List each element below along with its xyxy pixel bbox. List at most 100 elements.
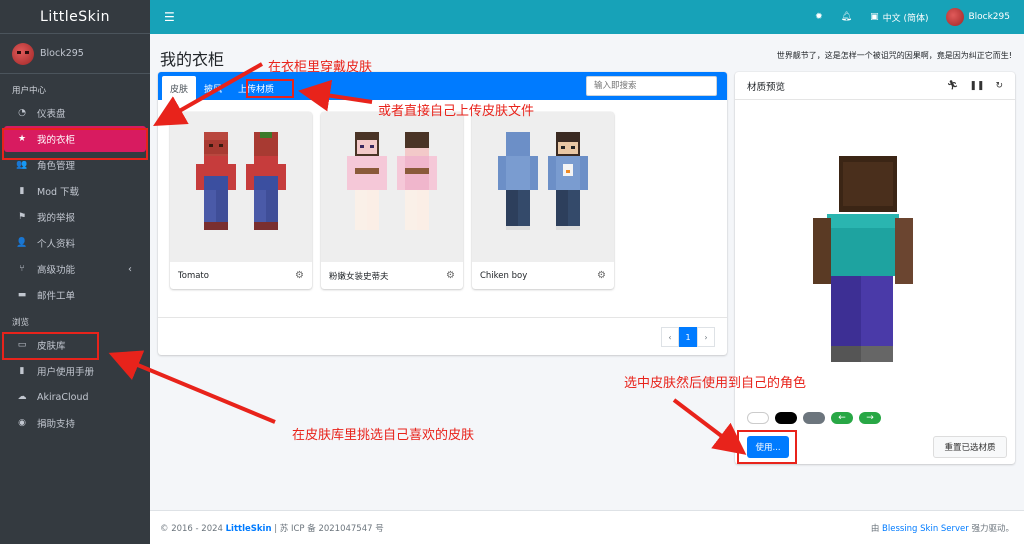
- swatch-gray[interactable]: [803, 412, 825, 424]
- copyright-years: © 2016 - 2024: [160, 523, 223, 534]
- sidebar-item-label: 我的举报: [37, 213, 76, 224]
- copyright: © 2016 - 2024 LittleSkin | 苏 ICP 备 20210…: [160, 522, 384, 534]
- footer-site-link[interactable]: LittleSkin: [226, 524, 272, 534]
- annotation-choose-skin: 在皮肤库里挑选自己喜欢的皮肤: [292, 428, 475, 443]
- run-icon[interactable]: 🏃︎: [947, 81, 958, 91]
- powered-prefix: 由: [870, 523, 883, 534]
- menu-toggle-icon[interactable]: ☰: [164, 10, 175, 24]
- cloud-icon: ☁: [17, 392, 27, 402]
- powered-suffix: 强力驱动。: [968, 523, 1014, 534]
- reset-selection-button[interactable]: 重置已选材质: [933, 436, 1007, 458]
- arrow-left-icon[interactable]: ←: [831, 412, 853, 424]
- gear-icon[interactable]: ⚙: [597, 270, 606, 281]
- main-content: 我的衣柜 世界靓节了，这是怎样一个被诅咒的因果啊，竟是因为纠正它而生! 皮肤 披…: [150, 34, 1024, 510]
- flag-icon: ⚑: [17, 212, 27, 222]
- language-switcher[interactable]: ▣ 中文 (简体): [870, 11, 928, 24]
- skin-name: Chiken boy: [480, 270, 528, 281]
- sidebar-item-label: Mod 下载: [37, 187, 80, 198]
- tab-skin[interactable]: 皮肤: [162, 76, 197, 100]
- bell-icon[interactable]: 🔔︎: [841, 12, 852, 22]
- sidebar-item-tickets[interactable]: ▬ 邮件工单: [0, 282, 150, 308]
- tab-cape[interactable]: 披风: [196, 76, 230, 100]
- book-icon: ▮: [19, 186, 25, 196]
- skin-card-footer: Chiken boy ⚙: [472, 262, 614, 289]
- highlight-wardrobe: [2, 128, 148, 160]
- skin-figure-back: [498, 132, 538, 230]
- user-menu-name: Block295: [968, 12, 1010, 22]
- skin-figure-front: [347, 132, 387, 230]
- user-menu[interactable]: Block295: [946, 8, 1010, 26]
- highlight-use-button: [737, 430, 797, 464]
- skin-thumbnail: [321, 112, 463, 262]
- sidebar-item-dashboard[interactable]: ◔ 仪表盘: [0, 100, 150, 126]
- sidebar-item-profile[interactable]: 👤 个人资料: [0, 230, 150, 256]
- pagination: ‹ 1 ›: [661, 327, 715, 347]
- swatch-white[interactable]: [747, 412, 769, 424]
- sidebar-item-label: 高级功能: [37, 265, 76, 276]
- settings-icon[interactable]: ✹: [815, 12, 823, 22]
- sidebar-item-label: 捐助支持: [37, 419, 76, 430]
- users-icon: 👥: [16, 160, 28, 170]
- skin-figure-back: [397, 132, 437, 230]
- blessing-skin-link[interactable]: Blessing Skin Server: [882, 524, 969, 534]
- sidebar-item-label: 邮件工单: [37, 291, 76, 302]
- search-input[interactable]: [586, 76, 717, 96]
- sidebar: LittleSkin Block295 用户中心 ◔ 仪表盘 ★ 我的衣柜 👥 …: [0, 0, 150, 544]
- sidebar-item-label: AkiraCloud: [37, 391, 89, 403]
- swatch-black[interactable]: [775, 412, 797, 424]
- sidebar-item-mod-download[interactable]: ▮ Mod 下载: [0, 178, 150, 204]
- nav-header-browse: 浏览: [12, 318, 30, 328]
- arrow-right-icon[interactable]: →: [859, 412, 881, 424]
- sidebar-item-advanced[interactable]: ⑂ 高级功能 ‹: [0, 256, 150, 282]
- sidebar-item-label: 用户使用手册: [37, 367, 95, 378]
- sidebar-item-manual[interactable]: ▮ 用户使用手册: [0, 358, 150, 384]
- avatar: [946, 8, 965, 26]
- skin-card-footer: 粉嫩女装史蒂夫 ⚙: [321, 262, 463, 289]
- skin-card[interactable]: 粉嫩女装史蒂夫 ⚙: [321, 112, 463, 289]
- annotation-apply-skin: 选中皮肤然后使用到自己的角色: [624, 376, 807, 391]
- sidebar-item-label: 仪表盘: [37, 109, 66, 120]
- skin-figure-back: [246, 132, 286, 230]
- sidebar-item-reports[interactable]: ⚑ 我的举报: [0, 204, 150, 230]
- topbar: ☰ ✹ 🔔︎ ▣ 中文 (简体) Block295: [150, 0, 1024, 34]
- sidebar-item-label: 个人资料: [37, 239, 76, 250]
- user-name: Block295: [40, 48, 84, 59]
- sidebar-item-label: 角色管理: [37, 161, 76, 172]
- preview-controls: 🏃︎ ❚❚ ↻: [947, 81, 1003, 91]
- icp-number[interactable]: | 苏 ICP 备 2021047547 号: [272, 524, 384, 534]
- skin-figure-front: [548, 132, 588, 230]
- steve-model: [813, 156, 913, 362]
- user-icon: 👤: [16, 238, 28, 248]
- branch-icon: ⑂: [19, 264, 25, 274]
- preview-header: 材质预览 🏃︎ ❚❚ ↻: [735, 72, 1015, 100]
- highlight-upload-tab: [246, 79, 294, 98]
- skin-card[interactable]: Tomato ⚙: [170, 112, 312, 289]
- motto: 世界靓节了，这是怎样一个被诅咒的因果啊，竟是因为纠正它而生!: [776, 51, 1012, 60]
- brand-logo[interactable]: LittleSkin: [0, 0, 150, 34]
- reset-view-icon[interactable]: ↻: [995, 81, 1003, 91]
- language-icon: ▣: [870, 12, 879, 22]
- pause-icon[interactable]: ❚❚: [969, 81, 984, 91]
- skin-card[interactable]: Chiken boy ⚙: [472, 112, 614, 289]
- chevron-left-icon: ‹: [128, 263, 132, 275]
- annotation-upload-skin: 或者直接自己上传皮肤文件: [378, 104, 535, 119]
- footer: © 2016 - 2024 LittleSkin | 苏 ICP 备 20210…: [150, 510, 1024, 544]
- book-icon: ▮: [19, 366, 25, 376]
- gear-icon[interactable]: ⚙: [295, 270, 304, 281]
- avatar: [12, 42, 34, 65]
- preview-title: 材质预览: [747, 81, 786, 93]
- pagination-page[interactable]: 1: [679, 327, 697, 347]
- skin-3d-viewer[interactable]: [735, 100, 1015, 400]
- nav-header-user-center: 用户中心: [12, 86, 47, 96]
- pagination-prev[interactable]: ‹: [661, 327, 679, 347]
- skin-name: 粉嫩女装史蒂夫: [329, 271, 389, 282]
- sidebar-item-donate[interactable]: ◉ 捐助支持: [0, 410, 150, 436]
- pagination-next[interactable]: ›: [697, 327, 715, 347]
- highlight-skinlib: [2, 332, 99, 360]
- gear-icon[interactable]: ⚙: [446, 270, 455, 281]
- skin-card-footer: Tomato ⚙: [170, 262, 312, 289]
- preview-card: 材质预览 🏃︎ ❚❚ ↻ ← → 使用... 重置已选材质: [735, 72, 1015, 464]
- user-panel[interactable]: Block295: [0, 34, 150, 74]
- sidebar-item-akiracloud[interactable]: ☁ AkiraCloud: [0, 384, 150, 410]
- donate-icon: ◉: [18, 418, 26, 428]
